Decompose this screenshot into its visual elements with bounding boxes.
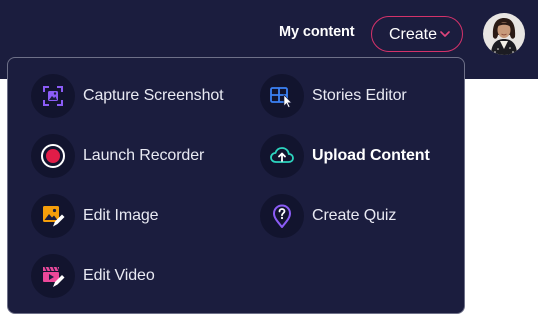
menu-item-launch-recorder[interactable]: Launch Recorder [31, 134, 204, 178]
menu-item-label: Create Quiz [312, 207, 397, 224]
record-icon [31, 134, 75, 178]
user-avatar[interactable] [483, 13, 525, 55]
avatar-photo [483, 13, 525, 55]
menu-item-edit-video[interactable]: Edit Video [31, 254, 155, 298]
edit-image-icon [31, 194, 75, 238]
menu-item-create-quiz[interactable]: Create Quiz [260, 194, 396, 238]
cloud-upload-icon [260, 134, 304, 178]
menu-item-capture-screenshot[interactable]: Capture Screenshot [31, 74, 224, 118]
chevron-down-icon [440, 31, 450, 37]
menu-item-label: Edit Image [83, 207, 159, 224]
create-button-label: Create [389, 26, 438, 43]
quiz-icon [260, 194, 304, 238]
my-content-link[interactable]: My content [279, 24, 355, 40]
menu-item-stories-editor[interactable]: Stories Editor [260, 74, 407, 118]
menu-item-edit-image[interactable]: Edit Image [31, 194, 159, 238]
create-dropdown-menu: Capture Screenshot Stories Editor Launch… [7, 57, 465, 314]
screenshot-icon [31, 74, 75, 118]
edit-video-icon [31, 254, 75, 298]
menu-item-label: Edit Video [83, 267, 155, 284]
menu-item-label: Capture Screenshot [83, 87, 224, 104]
stories-editor-icon [260, 74, 304, 118]
menu-item-label: Stories Editor [312, 87, 407, 104]
create-button[interactable]: Create [371, 16, 463, 52]
menu-item-label: Launch Recorder [83, 147, 205, 164]
menu-item-upload-content[interactable]: Upload Content [260, 134, 430, 178]
menu-item-label: Upload Content [312, 147, 430, 164]
